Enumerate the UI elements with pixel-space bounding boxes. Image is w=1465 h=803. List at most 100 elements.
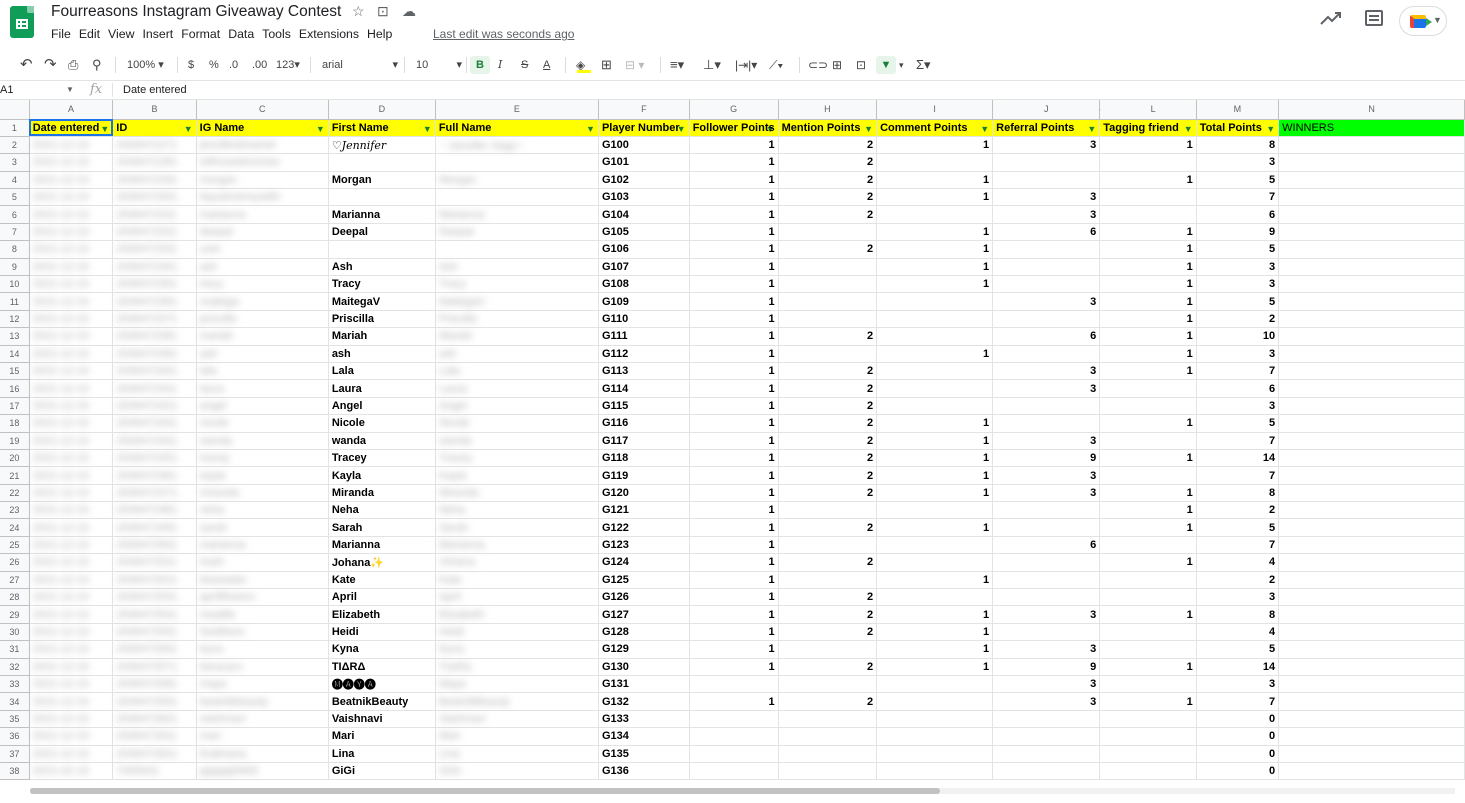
column-header-c[interactable]: C: [196, 100, 329, 120]
cell-ig[interactable]: vaishnavi: [196, 710, 329, 729]
cell-winners[interactable]: [1278, 518, 1465, 537]
cell-mp[interactable]: 2: [778, 327, 878, 346]
cell-id[interactable]: 2006472451: [112, 449, 197, 468]
cell-pn[interactable]: G112: [598, 345, 690, 363]
cell-pn[interactable]: G132: [598, 692, 690, 711]
cell-tf[interactable]: [1099, 397, 1197, 416]
cell-pn[interactable]: G113: [598, 362, 690, 381]
cell-cp[interactable]: [876, 362, 994, 381]
cell-ig[interactable]: withuswelcomes: [196, 153, 329, 172]
cell-rp[interactable]: 3: [992, 292, 1101, 311]
cell-tf[interactable]: 1: [1099, 692, 1197, 711]
cell-ig[interactable]: angel: [196, 397, 329, 416]
cell-pn[interactable]: G120: [598, 484, 690, 503]
cell-cp[interactable]: 1: [876, 223, 994, 242]
cell-date[interactable]: 2021-12-10: [29, 658, 114, 677]
cell-date[interactable]: 2021-12-10: [29, 501, 114, 520]
cell-tp[interactable]: 3: [1196, 258, 1280, 277]
row-number[interactable]: 28: [0, 588, 30, 607]
cell-fn[interactable]: Vaishnavi: [328, 710, 436, 729]
cell-tp[interactable]: 5: [1196, 292, 1280, 311]
cell-full[interactable]: [435, 153, 599, 172]
cell-rp[interactable]: [992, 623, 1101, 642]
cell-winners[interactable]: [1278, 223, 1465, 242]
cell-fn[interactable]: Tracey: [328, 449, 436, 468]
cell-tf[interactable]: 1: [1099, 449, 1197, 468]
cell-date[interactable]: 2021-12-10: [29, 136, 114, 155]
cell-date[interactable]: 2021-12-10: [29, 258, 114, 277]
cell-ig[interactable]: maya: [196, 675, 329, 694]
cell-mp[interactable]: 2: [778, 588, 878, 607]
row-number[interactable]: 14: [0, 345, 30, 363]
cell-fp[interactable]: 1: [689, 310, 779, 329]
cell-id[interactable]: 2006472341: [112, 258, 197, 277]
cell-mp[interactable]: 2: [778, 136, 878, 155]
row-number[interactable]: 16: [0, 379, 30, 398]
cell-fn[interactable]: Mari: [328, 727, 436, 746]
cell-fp[interactable]: 1: [689, 345, 779, 363]
cell-date[interactable]: 2021-12-10: [29, 449, 114, 468]
cell-date[interactable]: 2021-12-10: [29, 432, 114, 450]
cell-mp[interactable]: [778, 727, 878, 746]
cell-date[interactable]: 2021-12-10: [29, 153, 114, 172]
cell-date[interactable]: 2021-12-10: [29, 345, 114, 363]
cell-ig[interactable]: mariah: [196, 327, 329, 346]
cell-pn[interactable]: G119: [598, 466, 690, 485]
row-number[interactable]: 38: [0, 762, 30, 781]
cell-rp[interactable]: 9: [992, 658, 1101, 677]
cell-id[interactable]: 2006472391: [112, 345, 197, 363]
cell-tp[interactable]: 2: [1196, 310, 1280, 329]
cell-cp[interactable]: 1: [876, 432, 994, 450]
header-cell[interactable]: ▼ Full Name: [435, 119, 599, 137]
row-number[interactable]: 2: [0, 136, 30, 155]
cell-pn[interactable]: G116: [598, 414, 690, 433]
cell-full[interactable]: Kyna: [435, 640, 599, 659]
cell-tf[interactable]: [1099, 623, 1197, 642]
cell-mp[interactable]: [778, 640, 878, 659]
cell-winners[interactable]: [1278, 379, 1465, 398]
menu-item-extensions[interactable]: Extensions: [299, 27, 359, 41]
cell-fn[interactable]: Johana✨: [328, 553, 436, 572]
cell-cp[interactable]: [876, 762, 994, 781]
filter-icon[interactable]: ▼: [586, 124, 595, 134]
cell-date[interactable]: 2021-12-10: [29, 310, 114, 329]
cell-id[interactable]: 2006472591: [112, 692, 197, 711]
cell-full[interactable]: Neha: [435, 501, 599, 520]
cell-cp[interactable]: 1: [876, 449, 994, 468]
row-number[interactable]: 5: [0, 188, 30, 207]
row-number[interactable]: 22: [0, 484, 30, 503]
cell-pn[interactable]: G117: [598, 432, 690, 450]
cell-winners[interactable]: [1278, 310, 1465, 329]
column-header-n[interactable]: N: [1278, 100, 1465, 120]
cell-date[interactable]: 2021-12-10: [29, 205, 114, 224]
cell-tf[interactable]: 1: [1099, 518, 1197, 537]
cell-full[interactable]: Morgan: [435, 171, 599, 190]
cell-tp[interactable]: 0: [1196, 762, 1280, 781]
cell-tp[interactable]: 5: [1196, 240, 1280, 259]
cell-pn[interactable]: G111: [598, 327, 690, 346]
cell-fp[interactable]: 1: [689, 327, 779, 346]
cell-full[interactable]: Tracey: [435, 449, 599, 468]
row-number[interactable]: 35: [0, 710, 30, 729]
filter-icon[interactable]: ▼: [1184, 124, 1193, 134]
cell-tf[interactable]: 1: [1099, 501, 1197, 520]
cell-ig[interactable]: kyna: [196, 640, 329, 659]
cell-mp[interactable]: 2: [778, 171, 878, 190]
cell-cp[interactable]: [876, 292, 994, 311]
cell-winners[interactable]: [1278, 675, 1465, 694]
cell-full[interactable]: Miranda: [435, 484, 599, 503]
cell-mp[interactable]: 2: [778, 518, 878, 537]
cell-rp[interactable]: [992, 745, 1101, 763]
cell-tp[interactable]: 14: [1196, 658, 1280, 677]
cell-full[interactable]: BeatnikBeauty: [435, 692, 599, 711]
cell-tp[interactable]: 3: [1196, 675, 1280, 694]
cell-fp[interactable]: [689, 710, 779, 729]
cell-rp[interactable]: 3: [992, 640, 1101, 659]
cell-tf[interactable]: 1: [1099, 362, 1197, 381]
cell-winners[interactable]: [1278, 484, 1465, 503]
cell-date[interactable]: 2021-12-10: [29, 414, 114, 433]
cell-mp[interactable]: [778, 275, 878, 294]
row-number[interactable]: 21: [0, 466, 30, 485]
cell-date[interactable]: 2021-12-10: [29, 675, 114, 694]
cell-full[interactable]: [435, 240, 599, 259]
